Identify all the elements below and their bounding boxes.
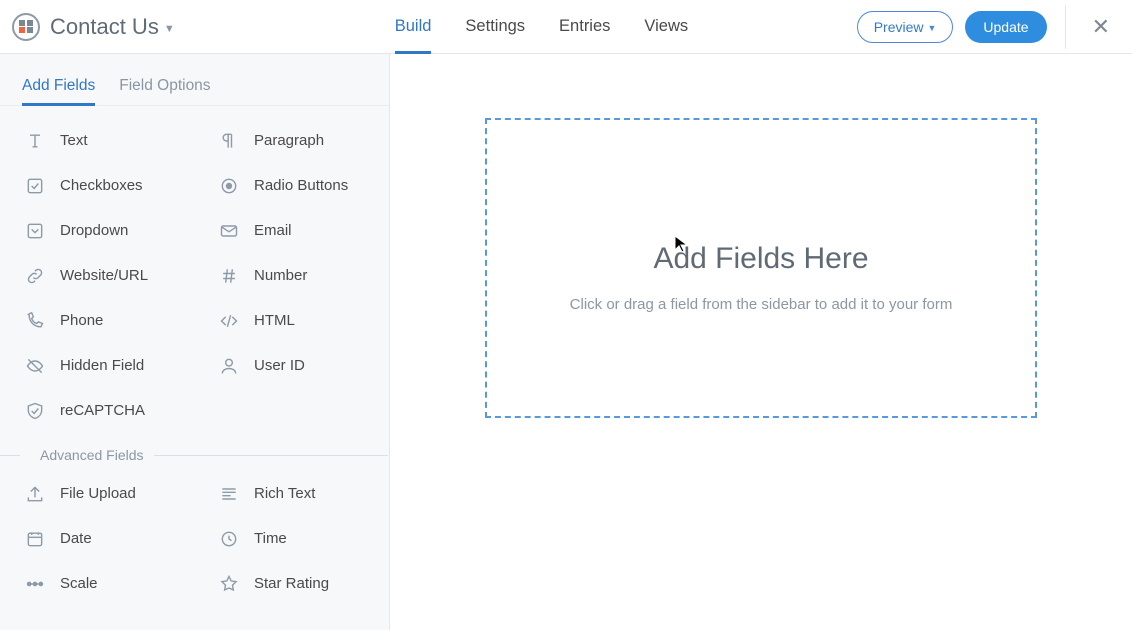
field-label: Radio Buttons: [254, 177, 348, 194]
field-label: Scale: [60, 575, 98, 592]
dropdown-icon: [24, 221, 46, 241]
sidebar-tabs: Add Fields Field Options: [0, 54, 389, 106]
form-title-dropdown[interactable]: Contact Us ▼: [50, 14, 175, 40]
field-file-upload[interactable]: File Upload: [0, 471, 194, 516]
field-label: Hidden Field: [60, 357, 144, 374]
field-label: Paragraph: [254, 132, 324, 149]
field-userid[interactable]: User ID: [194, 343, 388, 388]
workspace: Add Fields Field Options Text Paragraph: [0, 54, 1132, 630]
phone-icon: [24, 311, 46, 331]
field-number[interactable]: Number: [194, 253, 388, 298]
field-grid: Text Paragraph Checkboxes Radio Buttons: [0, 106, 389, 606]
code-icon: [218, 311, 240, 331]
preview-label: Preview: [874, 19, 924, 35]
app-logo-icon: [12, 13, 40, 41]
email-icon: [218, 221, 240, 241]
field-label: Checkboxes: [60, 177, 143, 194]
field-label: Time: [254, 530, 287, 547]
sidebar-tab-add-fields[interactable]: Add Fields: [22, 66, 95, 105]
section-label: Advanced Fields: [30, 447, 144, 463]
field-label: Star Rating: [254, 575, 329, 592]
field-radio[interactable]: Radio Buttons: [194, 163, 388, 208]
form-title: Contact Us: [50, 14, 159, 40]
field-label: Number: [254, 267, 307, 284]
field-label: File Upload: [60, 485, 136, 502]
checkbox-icon: [24, 176, 46, 196]
divider: [1065, 5, 1066, 49]
caret-down-icon: ▼: [164, 23, 175, 35]
radio-icon: [218, 176, 240, 196]
field-dropdown[interactable]: Dropdown: [0, 208, 194, 253]
field-rich-text[interactable]: Rich Text: [194, 471, 388, 516]
text-icon: [24, 131, 46, 151]
field-time[interactable]: Time: [194, 516, 388, 561]
tab-settings[interactable]: Settings: [465, 0, 525, 53]
field-label: Email: [254, 222, 292, 239]
shield-icon: [24, 401, 46, 421]
field-scale[interactable]: Scale: [0, 561, 194, 606]
field-label: Phone: [60, 312, 103, 329]
section-advanced-fields: Advanced Fields: [0, 433, 388, 471]
user-icon: [218, 356, 240, 376]
tab-entries[interactable]: Entries: [559, 0, 610, 53]
hash-icon: [218, 266, 240, 286]
field-checkboxes[interactable]: Checkboxes: [0, 163, 194, 208]
field-recaptcha[interactable]: reCAPTCHA: [0, 388, 194, 433]
field-label: Website/URL: [60, 267, 148, 284]
calendar-icon: [24, 529, 46, 549]
hidden-icon: [24, 356, 46, 376]
dropzone-hint: Click or drag a field from the sidebar t…: [570, 296, 953, 313]
tab-build[interactable]: Build: [395, 0, 432, 53]
dropzone[interactable]: Add Fields Here Click or drag a field fr…: [485, 118, 1037, 418]
update-button[interactable]: Update: [965, 11, 1046, 43]
field-hidden[interactable]: Hidden Field: [0, 343, 194, 388]
paragraph-icon: [218, 131, 240, 151]
field-url[interactable]: Website/URL: [0, 253, 194, 298]
clock-icon: [218, 529, 240, 549]
field-html[interactable]: HTML: [194, 298, 388, 343]
field-star[interactable]: Star Rating: [194, 561, 388, 606]
richtext-icon: [218, 484, 240, 504]
field-label: Dropdown: [60, 222, 128, 239]
top-actions: Preview ▼ Update ✕: [857, 5, 1116, 49]
top-bar: Contact Us ▼ Build Settings Entries View…: [0, 0, 1132, 54]
field-paragraph[interactable]: Paragraph: [194, 118, 388, 163]
field-label: User ID: [254, 357, 305, 374]
field-label: HTML: [254, 312, 295, 329]
preview-button[interactable]: Preview ▼: [857, 11, 954, 43]
field-text[interactable]: Text: [0, 118, 194, 163]
field-label: Date: [60, 530, 92, 547]
field-label: Text: [60, 132, 88, 149]
tab-views[interactable]: Views: [644, 0, 688, 53]
field-label: reCAPTCHA: [60, 402, 145, 419]
sidebar-tab-field-options[interactable]: Field Options: [119, 66, 210, 105]
upload-icon: [24, 484, 46, 504]
star-icon: [218, 574, 240, 594]
dropzone-title: Add Fields Here: [653, 242, 868, 276]
field-label: Rich Text: [254, 485, 315, 502]
scale-icon: [24, 574, 46, 594]
field-email[interactable]: Email: [194, 208, 388, 253]
sidebar: Add Fields Field Options Text Paragraph: [0, 54, 390, 630]
close-icon[interactable]: ✕: [1086, 14, 1116, 40]
field-phone[interactable]: Phone: [0, 298, 194, 343]
caret-down-icon: ▼: [927, 23, 936, 33]
form-canvas: Add Fields Here Click or drag a field fr…: [390, 54, 1132, 630]
link-icon: [24, 266, 46, 286]
top-tabs: Build Settings Entries Views: [395, 0, 688, 53]
field-date[interactable]: Date: [0, 516, 194, 561]
